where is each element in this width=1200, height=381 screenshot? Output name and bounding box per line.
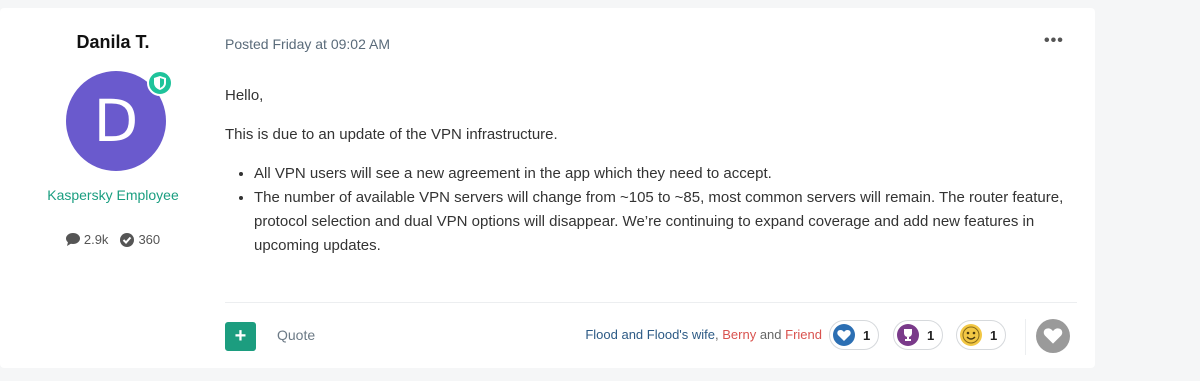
author-role: Kaspersky Employee: [47, 187, 179, 203]
check-circle-icon: [120, 232, 135, 247]
trophy-icon: [897, 324, 919, 346]
reactor-link[interactable]: Flood and Flood's wife: [585, 327, 715, 342]
greeting-text: Hello,: [225, 87, 264, 104]
reaction-heart[interactable]: 1: [829, 320, 880, 350]
reputation-stat[interactable]: 360: [120, 232, 160, 247]
post-content: Hello, This is due to an update of the V…: [225, 84, 1085, 258]
author-stats: 2.9k 360: [0, 232, 226, 247]
post-footer: + Quote Flood and Flood's wife, Berny an…: [225, 319, 1077, 359]
bullet-list: All VPN users will see a new agreement i…: [225, 162, 1085, 258]
post-timestamp[interactable]: Posted Friday at 09:02 AM: [225, 36, 390, 52]
reaction-count: 1: [863, 327, 871, 343]
quote-link[interactable]: Quote: [277, 327, 315, 343]
multiquote-button[interactable]: +: [225, 322, 256, 351]
divider: [225, 302, 1077, 303]
posts-count: 2.9k: [83, 232, 109, 247]
reaction-count: 1: [927, 327, 935, 343]
react-button[interactable]: [1036, 319, 1070, 353]
ellipsis-icon[interactable]: •••: [1044, 32, 1064, 50]
list-item: The number of available VPN servers will…: [254, 186, 1085, 258]
reputation-count: 360: [138, 232, 161, 247]
comment-icon: [65, 233, 80, 246]
intro-text: This is due to an update of the VPN infr…: [225, 126, 558, 143]
author-name[interactable]: Danila T.: [0, 32, 226, 53]
posts-stat[interactable]: 2.9k: [65, 232, 109, 247]
reactor-link[interactable]: Berny: [722, 327, 756, 342]
heart-icon: [1043, 328, 1063, 344]
separator-text: and: [756, 327, 786, 342]
forum-post: Danila T. D Kaspersky Employee 2.9k 360 …: [0, 8, 1095, 368]
reaction-smiley[interactable]: 1: [956, 320, 1007, 350]
reaction-trophy[interactable]: 1: [893, 320, 944, 350]
smiley-icon: [960, 324, 982, 346]
reactor-link[interactable]: Friend: [785, 327, 822, 342]
divider: [1025, 319, 1026, 355]
heart-icon: [833, 324, 855, 346]
reactors-list: Flood and Flood's wife, Berny and Friend: [585, 327, 822, 342]
list-item: All VPN users will see a new agreement i…: [254, 162, 1085, 186]
reaction-count: 1: [990, 327, 998, 343]
shield-icon: [147, 70, 173, 96]
